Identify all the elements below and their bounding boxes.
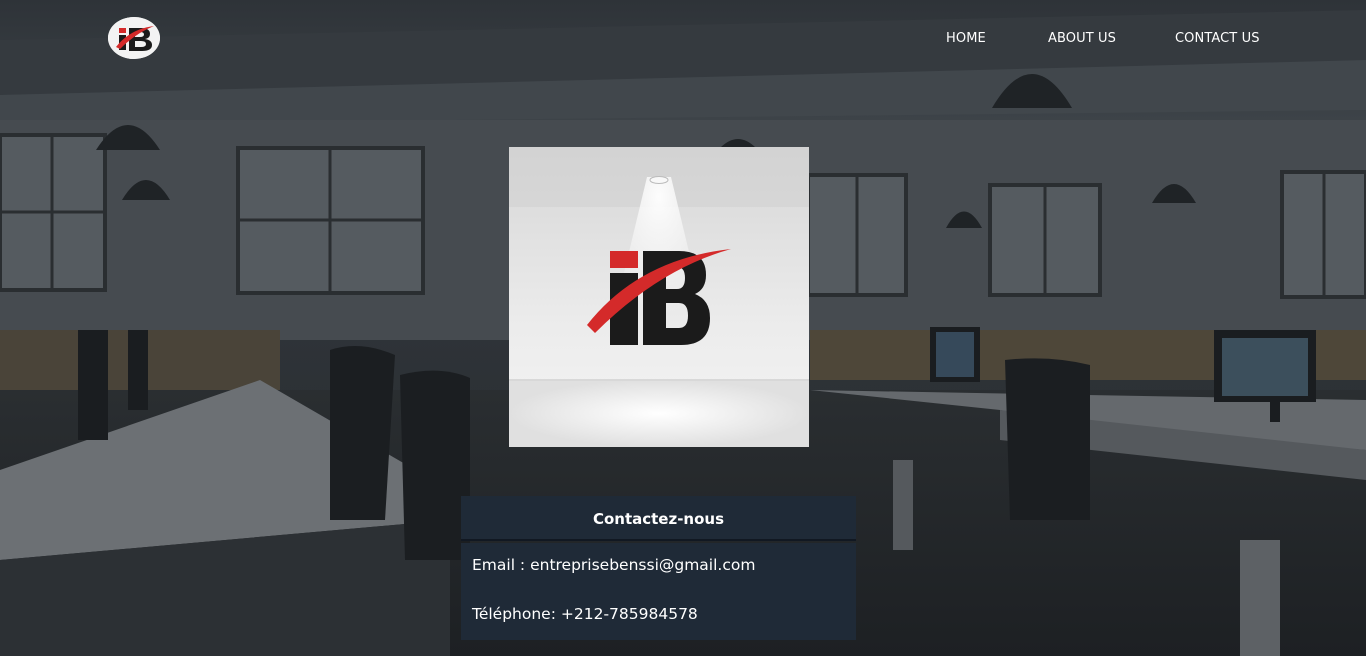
contact-panel-header: Contactez-nous — [461, 496, 856, 541]
contact-panel: Contactez-nous Email : entreprisebenssi@… — [461, 496, 856, 640]
contact-phone: Téléphone: +212-785984578 — [472, 605, 698, 623]
nav-link-about-us[interactable]: ABOUT US — [1048, 31, 1116, 46]
contact-email: Email : entreprisebenssi@gmail.com — [472, 556, 756, 574]
contact-title: Contactez-nous — [592, 510, 725, 528]
contact-panel-body: Email : entreprisebenssi@gmail.com Télép… — [461, 543, 856, 640]
nav-link-contact-us[interactable]: CONTACT US — [1175, 31, 1260, 46]
nav-link-home[interactable]: HOME — [946, 31, 986, 46]
hero-logo-image — [509, 147, 809, 447]
ib-logo-icon — [509, 147, 809, 447]
main-nav: HOME ABOUT US CONTACT US — [0, 31, 1366, 47]
contact-page: HOME ABOUT US CONTACT US Contactez-nous … — [0, 0, 1366, 656]
